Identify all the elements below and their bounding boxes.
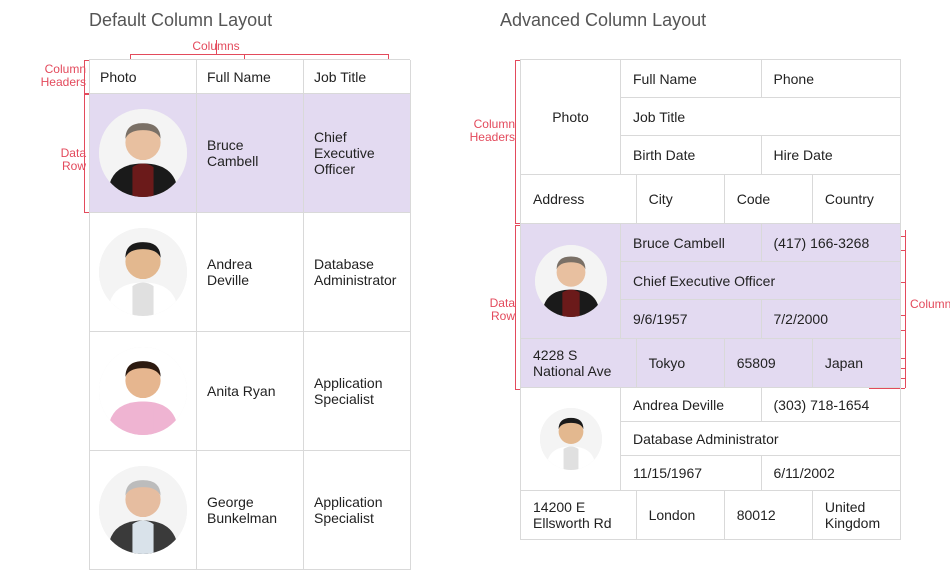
advanced-layout-title: Advanced Column Layout [500,10,706,31]
table-row-name: Andrea Deville [197,213,304,332]
adv-hire: 7/2/2000 [761,300,901,338]
avatar [540,408,602,470]
data-row-annotation-left: Data Row [34,147,86,173]
adv-city: London [636,491,724,539]
adv-data-row: Bruce Cambell (417) 166-3268 Chief Execu… [520,223,901,387]
adv-code: 80012 [724,491,812,539]
table-row-name: George Bunkelman [197,451,304,570]
columns-annotation-right: Columns [910,298,950,311]
adv-header-jobtitle: Job Title [621,98,900,135]
adv-jobtitle: Database Administrator [621,422,900,455]
adv-code: 65809 [724,339,812,387]
adv-header-code: Code [724,175,812,223]
adv-header-fullname: Full Name [621,60,761,97]
avatar [99,228,187,316]
table-row-title: Application Specialist [304,332,411,451]
table-row-photo [90,451,197,570]
avatar [99,466,187,554]
default-grid: Photo Full Name Job Title Bruce Cambell … [89,59,410,570]
data-row-annotation-right: Data Row [467,297,515,323]
avatar [99,347,187,435]
adv-header-record: Photo Full Name Phone Job Title Birth Da… [520,59,901,223]
adv-birth: 9/6/1957 [621,300,761,338]
column-headers-annotation-right: ColumnHeaders [467,118,515,144]
table-row-photo [90,213,197,332]
adv-fullname: Bruce Cambell [621,224,761,261]
avatar [535,245,607,317]
adv-birth: 11/15/1967 [621,456,761,490]
col-header-name: Full Name [197,60,304,94]
column-headers-annotation-left: ColumnHeaders [40,63,86,89]
adv-fullname: Andrea Deville [621,388,761,421]
adv-data-row: Andrea Deville (303) 718-1654 Database A… [520,387,901,540]
default-layout-title: Default Column Layout [89,10,272,31]
adv-address: 14200 E Ellsworth Rd [521,491,636,539]
table-row-title: Chief Executive Officer [304,94,411,213]
adv-photo-cell [521,388,621,490]
adv-city: Tokyo [636,339,724,387]
adv-header-country: Country [812,175,900,223]
adv-header-address: Address [521,175,636,223]
adv-country: Japan [812,339,900,387]
table-row-title: Database Administrator [304,213,411,332]
table-row-name: Bruce Cambell [197,94,304,213]
adv-header-city: City [636,175,724,223]
adv-country: United Kingdom [812,491,900,539]
adv-photo-cell [521,224,621,338]
adv-header-phone: Phone [761,60,901,97]
avatar [99,109,187,197]
table-row-name: Anita Ryan [197,332,304,451]
col-header-photo: Photo [90,60,197,94]
table-row-photo [90,332,197,451]
advanced-grid: Photo Full Name Phone Job Title Birth Da… [520,59,901,540]
adv-phone: (417) 166-3268 [761,224,901,261]
adv-jobtitle: Chief Executive Officer [621,262,900,299]
adv-header-hire: Hire Date [761,136,901,174]
adv-header-birth: Birth Date [621,136,761,174]
adv-hire: 6/11/2002 [761,456,901,490]
table-row-photo [90,94,197,213]
adv-address: 4228 S National Ave [521,339,636,387]
adv-phone: (303) 718-1654 [761,388,901,421]
adv-header-photo-label: Photo [521,60,621,174]
table-row-title: Application Specialist [304,451,411,570]
col-header-title: Job Title [304,60,411,94]
